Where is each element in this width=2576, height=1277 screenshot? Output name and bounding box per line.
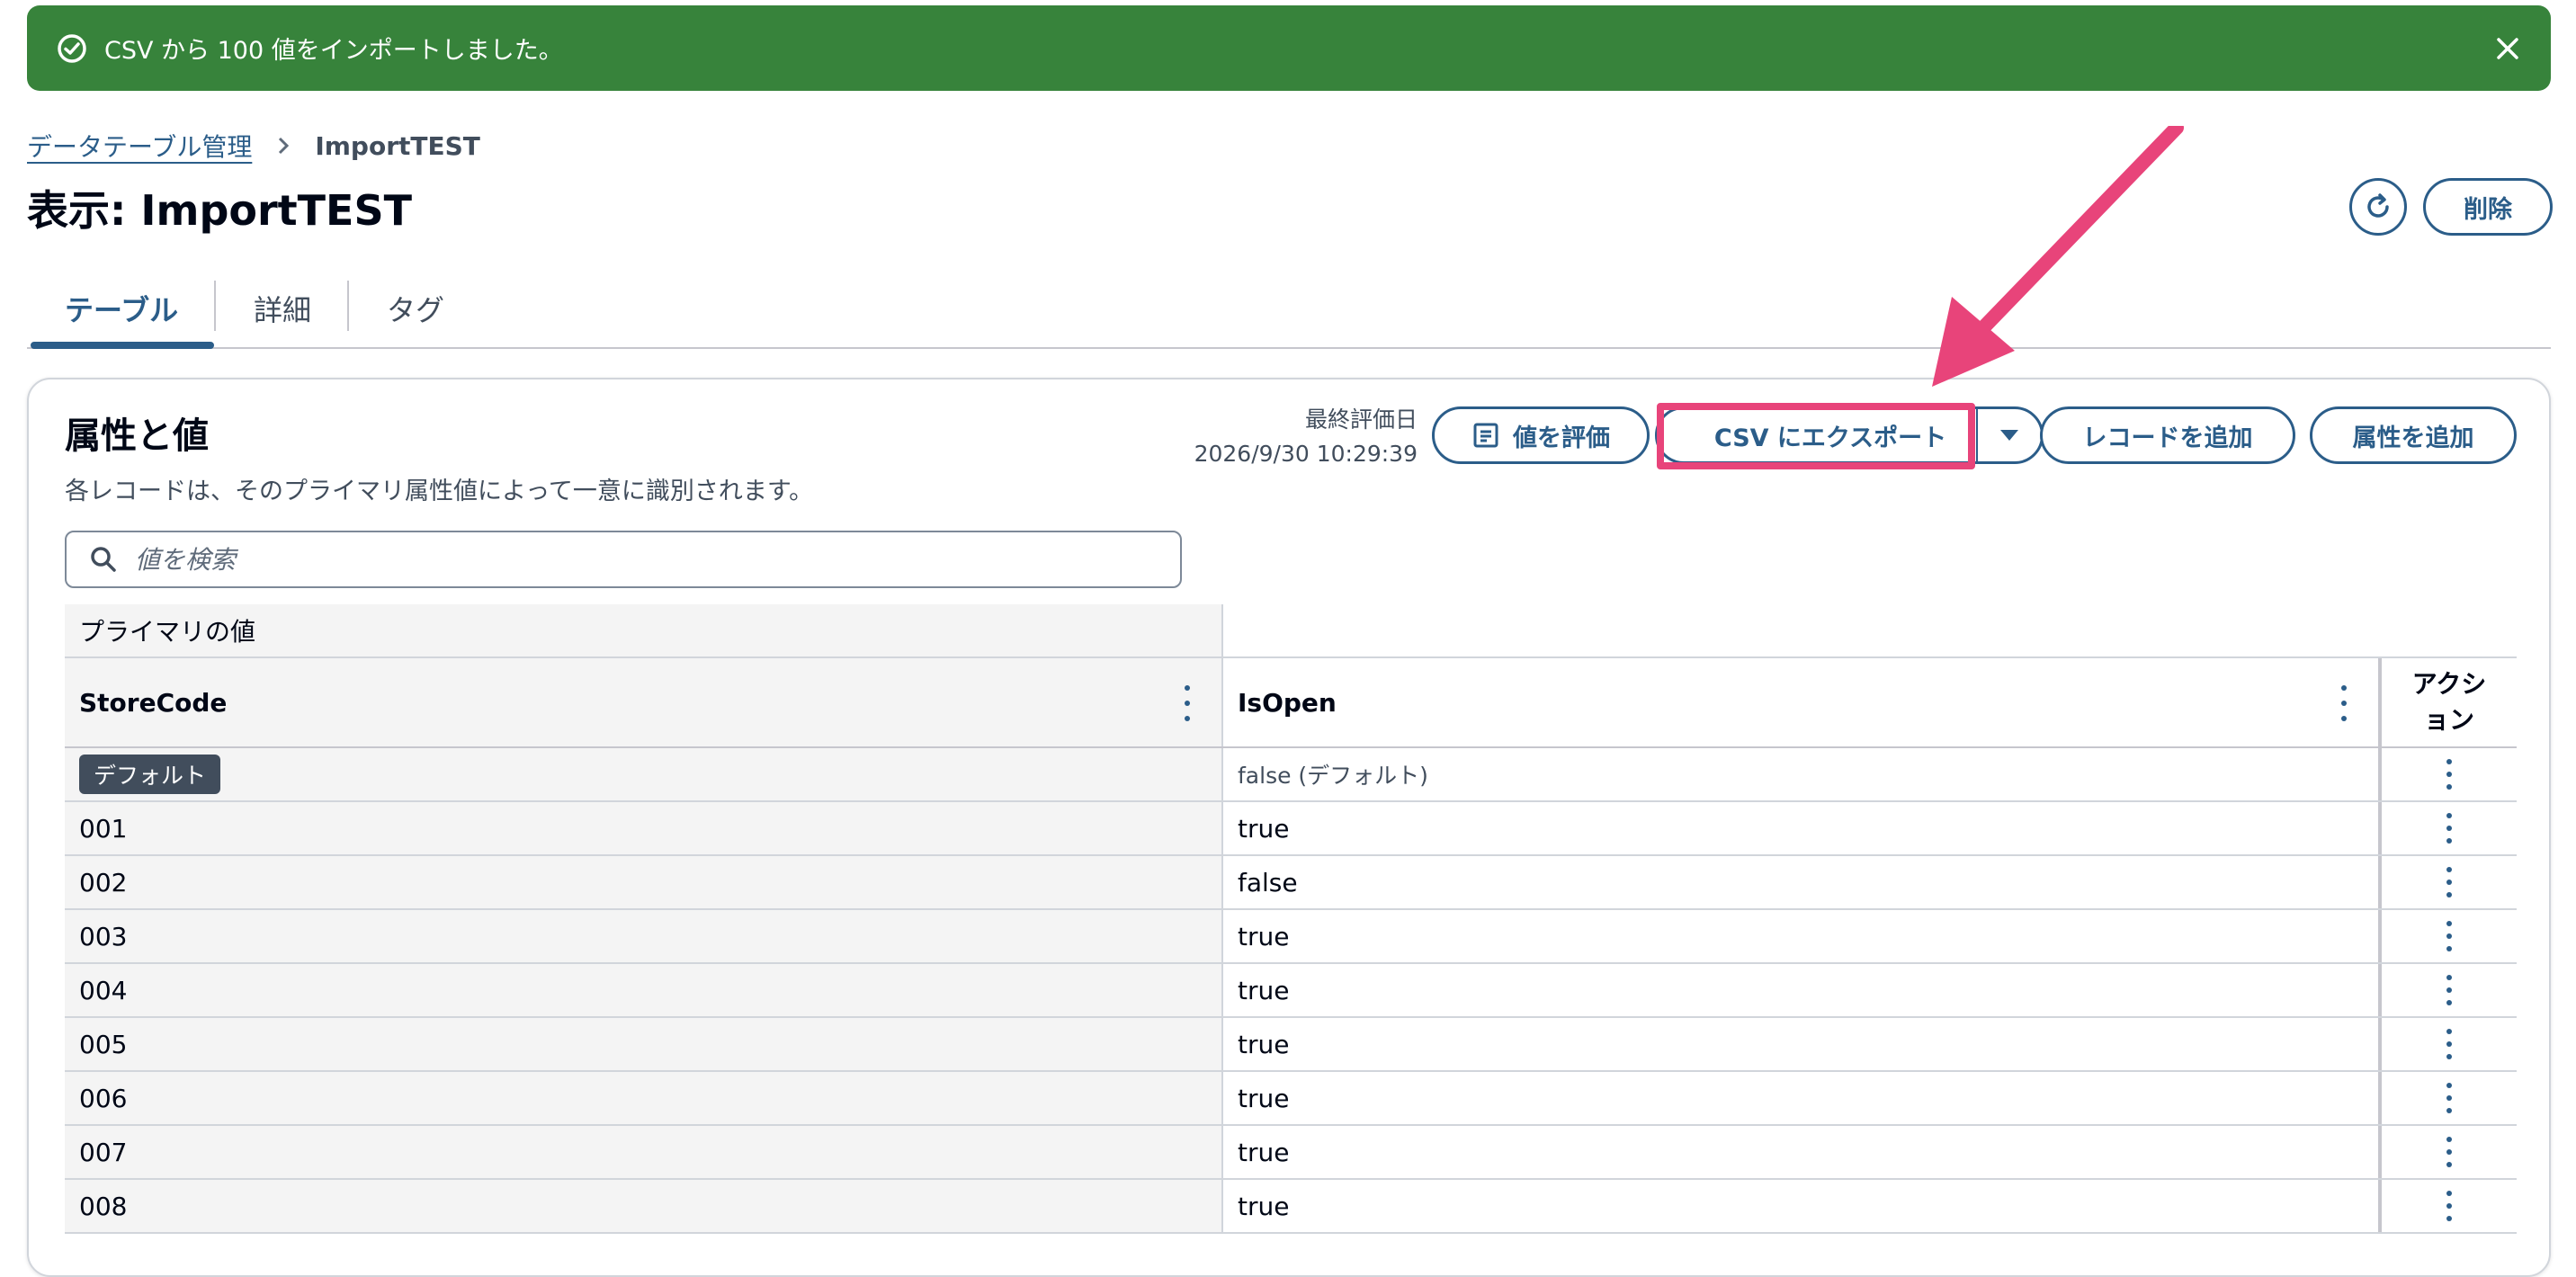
table-row-default: デフォルト false (デフォルト) bbox=[65, 748, 2517, 802]
row-actions bbox=[2378, 748, 2517, 800]
storecode-cell: 008 bbox=[65, 1180, 1221, 1232]
header-actions: 削除 bbox=[2349, 178, 2553, 236]
row-actions bbox=[2378, 1126, 2517, 1178]
row-menu-icon[interactable] bbox=[2442, 1137, 2456, 1167]
isopen-cell: true bbox=[1221, 1018, 2378, 1070]
table-row: 002 false bbox=[65, 856, 2517, 910]
caret-down-icon bbox=[1999, 428, 2020, 442]
export-csv-button[interactable]: CSV にエクスポート bbox=[1658, 409, 1976, 461]
chevron-right-icon bbox=[273, 136, 293, 156]
active-tab-indicator bbox=[31, 342, 214, 349]
annotation-arrow-icon bbox=[1932, 126, 2184, 387]
isopen-cell: true bbox=[1221, 910, 2378, 962]
table-row: 004 true bbox=[65, 964, 2517, 1018]
default-value: false (デフォルト) bbox=[1221, 748, 2378, 800]
group-header-empty bbox=[1221, 604, 2517, 658]
table-header-row: StoreCode IsOpen アクション bbox=[65, 658, 2517, 746]
refresh-button[interactable] bbox=[2349, 178, 2407, 236]
last-evaluated-label: 最終評価日 bbox=[1304, 406, 1418, 433]
column-menu-icon[interactable] bbox=[1180, 685, 1194, 721]
tab-tags[interactable]: タグ bbox=[387, 270, 444, 347]
last-evaluated-value: 2026/9/30 10:29:39 bbox=[1194, 441, 1418, 467]
attributes-values-panel: 属性と値 各レコードは、そのプライマリ属性値によって一意に識別されます。 最終評… bbox=[27, 378, 2551, 1277]
storecode-cell: 007 bbox=[65, 1126, 1221, 1178]
tab-bar: テーブル 詳細 タグ bbox=[27, 270, 2551, 349]
default-cell: デフォルト bbox=[65, 748, 1221, 800]
row-menu-icon[interactable] bbox=[2442, 975, 2456, 1005]
add-attribute-button[interactable]: 属性を追加 bbox=[2310, 406, 2517, 464]
column-header-storecode: StoreCode bbox=[65, 658, 1221, 746]
breadcrumb-link-data-tables[interactable]: データテーブル管理 bbox=[27, 128, 252, 164]
page-title: 表示: ImportTEST bbox=[27, 186, 412, 235]
group-header-primary: プライマリの値 bbox=[65, 604, 1221, 658]
storecode-cell: 001 bbox=[65, 802, 1221, 854]
table-row: 001 true bbox=[65, 802, 2517, 856]
isopen-cell: true bbox=[1221, 802, 2378, 854]
search-input[interactable] bbox=[133, 543, 1126, 576]
check-circle-icon bbox=[54, 31, 90, 67]
table-row: 006 true bbox=[65, 1072, 2517, 1126]
delete-button[interactable]: 削除 bbox=[2423, 178, 2553, 236]
panel-title: 属性と値 bbox=[65, 415, 209, 457]
tab-table[interactable]: テーブル bbox=[65, 270, 178, 347]
evaluate-values-button[interactable]: 値を評価 bbox=[1432, 406, 1650, 464]
storecode-cell: 004 bbox=[65, 964, 1221, 1016]
column-menu-icon[interactable] bbox=[2337, 685, 2351, 721]
default-badge: デフォルト bbox=[79, 755, 221, 794]
row-actions bbox=[2378, 856, 2517, 908]
tab-divider bbox=[214, 281, 216, 331]
tab-divider bbox=[347, 281, 349, 331]
column-header-label: StoreCode bbox=[79, 687, 228, 718]
export-split-button: CSV にエクスポート bbox=[1655, 406, 2044, 464]
row-menu-icon[interactable] bbox=[2442, 759, 2456, 790]
row-actions bbox=[2378, 1072, 2517, 1124]
add-record-button[interactable]: レコードを追加 bbox=[2040, 406, 2295, 464]
row-actions bbox=[2378, 910, 2517, 962]
breadcrumb: データテーブル管理 ImportTEST bbox=[27, 126, 480, 165]
table-row: 008 true bbox=[65, 1180, 2517, 1234]
row-menu-icon[interactable] bbox=[2442, 1083, 2456, 1113]
close-icon[interactable] bbox=[2491, 32, 2524, 65]
flash-message: CSV から 100 値をインポートしました。 bbox=[104, 37, 563, 65]
refresh-icon bbox=[2362, 191, 2394, 223]
isopen-cell: true bbox=[1221, 964, 2378, 1016]
panel-description: 各レコードは、そのプライマリ属性値によって一意に識別されます。 bbox=[65, 478, 814, 505]
breadcrumb-current: ImportTEST bbox=[315, 130, 480, 161]
row-menu-icon[interactable] bbox=[2442, 813, 2456, 844]
table-row: 007 true bbox=[65, 1126, 2517, 1180]
row-menu-icon[interactable] bbox=[2442, 1191, 2456, 1221]
row-actions bbox=[2378, 802, 2517, 854]
isopen-cell: true bbox=[1221, 1126, 2378, 1178]
row-menu-icon[interactable] bbox=[2442, 867, 2456, 897]
storecode-cell: 005 bbox=[65, 1018, 1221, 1070]
column-header-actions: アクション bbox=[2378, 658, 2517, 746]
table-row: 003 true bbox=[65, 910, 2517, 964]
row-actions bbox=[2378, 1180, 2517, 1232]
column-header-label: アクション bbox=[2411, 669, 2487, 735]
tab-details[interactable]: 詳細 bbox=[254, 270, 311, 347]
isopen-cell: true bbox=[1221, 1072, 2378, 1124]
table-row: 005 true bbox=[65, 1018, 2517, 1072]
row-actions bbox=[2378, 1018, 2517, 1070]
row-actions bbox=[2378, 964, 2517, 1016]
isopen-cell: true bbox=[1221, 1180, 2378, 1232]
evaluate-values-label: 値を評価 bbox=[1513, 424, 1610, 452]
row-menu-icon[interactable] bbox=[2442, 921, 2456, 951]
isopen-cell: false bbox=[1221, 856, 2378, 908]
column-header-isopen: IsOpen bbox=[1221, 658, 2378, 746]
search-field bbox=[65, 531, 1182, 588]
success-flash-banner: CSV から 100 値をインポートしました。 bbox=[27, 5, 2551, 91]
table-body: デフォルト false (デフォルト) 001 true 002 false 0… bbox=[65, 746, 2517, 1234]
storecode-cell: 003 bbox=[65, 910, 1221, 962]
storecode-cell: 006 bbox=[65, 1072, 1221, 1124]
search-icon bbox=[88, 544, 119, 575]
row-menu-icon[interactable] bbox=[2442, 1029, 2456, 1059]
column-header-label: IsOpen bbox=[1238, 687, 1337, 718]
storecode-cell: 002 bbox=[65, 856, 1221, 908]
export-dropdown-button[interactable] bbox=[1978, 409, 2041, 461]
document-icon bbox=[1471, 421, 1500, 450]
last-evaluated: 最終評価日 2026/9/30 10:29:39 bbox=[1194, 403, 1418, 471]
